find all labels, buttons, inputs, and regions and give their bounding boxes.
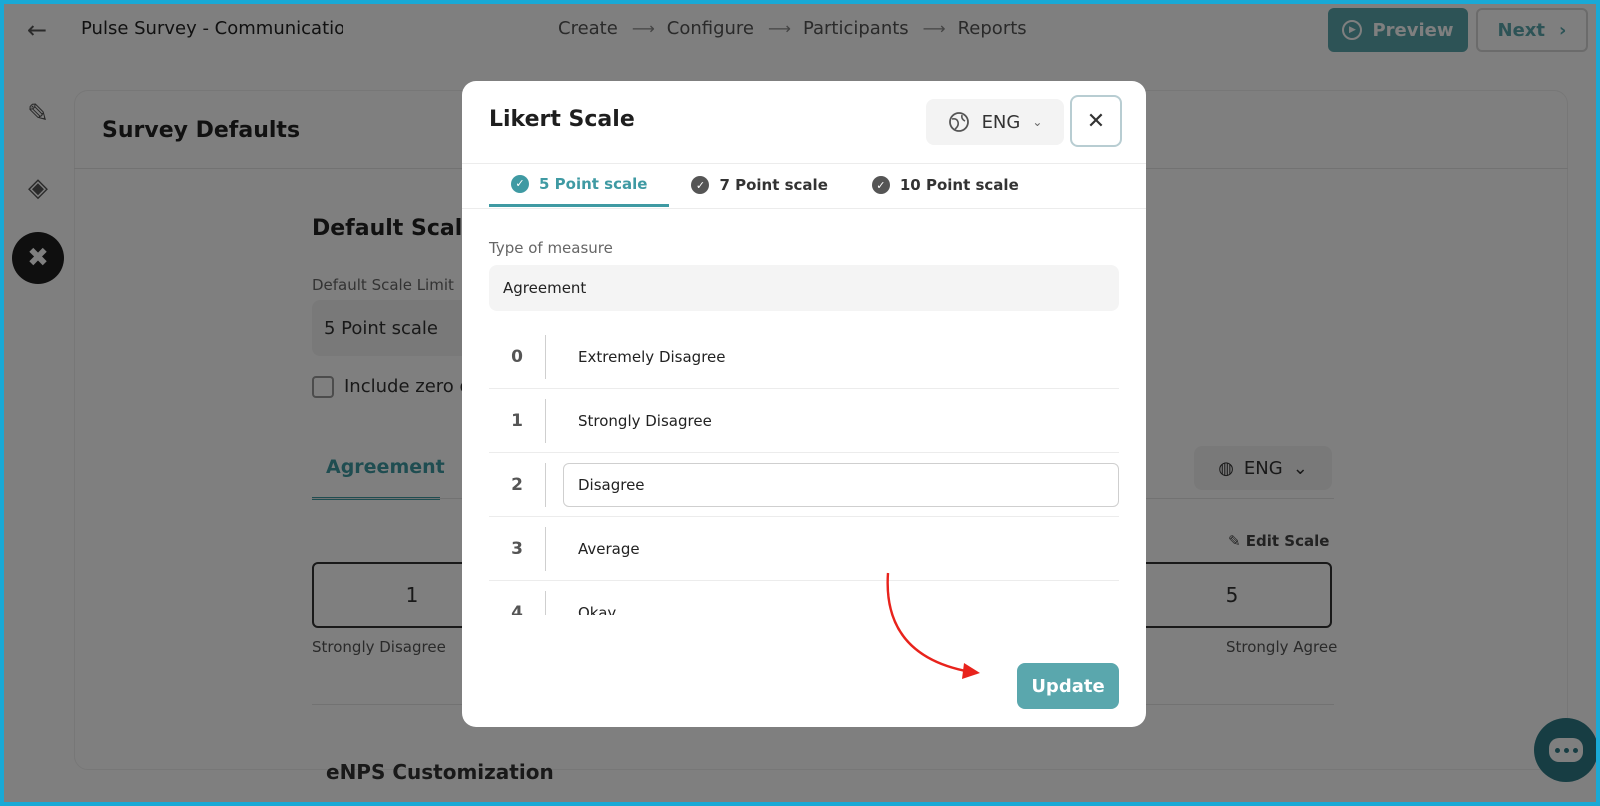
modal-language-select[interactable]: ENG ⌄: [926, 99, 1064, 145]
screen-frame: ← Pulse Survey - Communication Create ⟶ …: [0, 0, 1600, 806]
annotation-arrow-icon: [886, 572, 980, 679]
tab-10-point-scale[interactable]: ✓ 10 Point scale: [850, 163, 1041, 207]
update-button[interactable]: Update: [1017, 663, 1119, 709]
divider: [545, 335, 546, 379]
scale-row: 2: [489, 453, 1119, 517]
scale-label-input[interactable]: [563, 335, 1119, 379]
tab-label: 5 Point scale: [539, 174, 648, 193]
check-circle-icon: ✓: [511, 174, 529, 193]
tab-label: 10 Point scale: [899, 176, 1019, 194]
scale-label-input[interactable]: [563, 527, 1119, 571]
scale-label-input[interactable]: [563, 399, 1119, 443]
scale-list[interactable]: 0 1 2 3 4: [489, 325, 1119, 695]
tab-label: 7 Point scale: [719, 176, 828, 194]
scale-row: 3: [489, 517, 1119, 581]
divider: [545, 399, 546, 443]
scale-number: 3: [511, 539, 523, 559]
close-button[interactable]: ✕: [1070, 95, 1122, 147]
tab-7-point-scale[interactable]: ✓ 7 Point scale: [669, 163, 849, 207]
measure-label: Type of measure: [489, 239, 613, 257]
scale-number: 1: [511, 411, 523, 431]
divider: [545, 463, 546, 507]
check-circle-icon: ✓: [871, 176, 890, 194]
globe-icon: [948, 112, 969, 132]
measure-input[interactable]: [489, 265, 1119, 311]
close-icon: ✕: [1086, 108, 1106, 134]
scale-label-input[interactable]: [563, 463, 1119, 507]
divider: [462, 208, 1146, 209]
modal-language-label: ENG: [981, 111, 1021, 133]
divider: [545, 527, 546, 571]
modal-title: Likert Scale: [489, 107, 635, 132]
scale-number: 2: [511, 475, 523, 495]
likert-scale-modal: Likert Scale ENG ⌄ ✕ ✓ 5 Point scale ✓ 7…: [462, 81, 1146, 727]
scale-tabs: ✓ 5 Point scale ✓ 7 Point scale ✓ 10 Poi…: [489, 163, 1041, 207]
tab-5-point-scale[interactable]: ✓ 5 Point scale: [489, 163, 670, 207]
scale-row: 0: [489, 325, 1119, 389]
chevron-down-icon: ⌄: [1032, 115, 1043, 129]
scale-row: 1: [489, 389, 1119, 453]
scale-number: 0: [511, 347, 523, 367]
check-circle-icon: ✓: [691, 176, 710, 194]
